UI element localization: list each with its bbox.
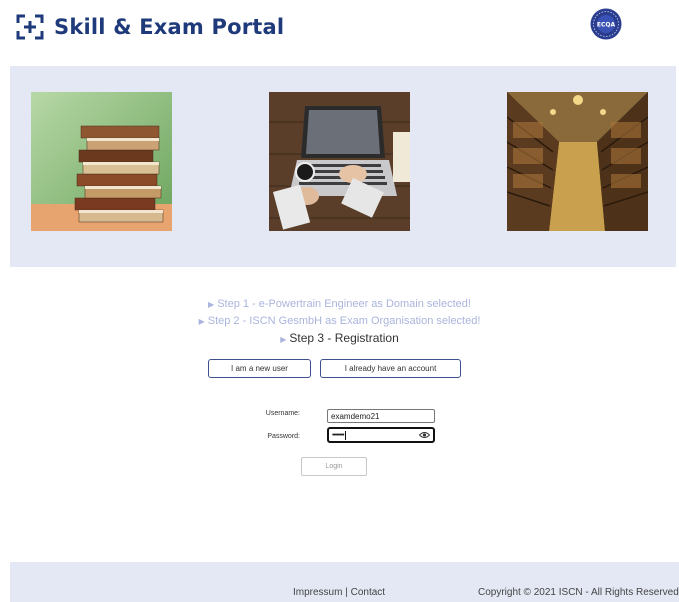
- show-password-eye-icon[interactable]: [418, 431, 431, 439]
- library-photo: [507, 92, 648, 231]
- footer-links: Impressum | Contact: [293, 587, 385, 598]
- step-1: ▶ Step 1 - e-Powertrain Engineer as Domai…: [208, 298, 471, 310]
- impressum-link[interactable]: Impressum: [293, 587, 342, 598]
- password-value: ••••••••: [332, 431, 345, 439]
- password-label: Password:: [267, 433, 300, 440]
- books-photo: [31, 92, 172, 231]
- portal-title: Skill & Exam Portal: [54, 15, 285, 39]
- footer: Impressum | Contact Copyright © 2021 ISC…: [10, 562, 679, 602]
- existing-account-button[interactable]: I already have an account: [320, 359, 461, 378]
- step-1-text: Step 1 - e-Powertrain Engineer as Domain…: [217, 298, 471, 310]
- hero-banner: [10, 66, 676, 267]
- step-3: ▶ Step 3 - Registration: [280, 331, 399, 345]
- ecqa-seal-icon: ECQA: [590, 8, 622, 40]
- contact-link[interactable]: Contact: [351, 587, 385, 598]
- text-cursor: [344, 430, 346, 440]
- svg-text:ECQA: ECQA: [597, 22, 616, 29]
- footer-separator: |: [342, 587, 351, 598]
- portal-logo[interactable]: Skill & Exam Portal: [16, 14, 284, 40]
- laptop-photo: [269, 92, 410, 231]
- registration-steps: ▶ Step 1 - e-Powertrain Engineer as Domai…: [0, 296, 679, 348]
- header: Skill & Exam Portal ECQA: [0, 0, 679, 60]
- step-3-text: Step 3 - Registration: [289, 331, 399, 345]
- password-field[interactable]: ••••••••: [327, 427, 435, 443]
- login-button[interactable]: Login: [301, 457, 367, 476]
- copyright-text: Copyright © 2021 ISCN - All Rights Reser…: [478, 587, 679, 598]
- new-user-button[interactable]: I am a new user: [208, 359, 311, 378]
- logo-plus-icon: [16, 14, 44, 40]
- username-label: Username:: [265, 410, 300, 417]
- username-field[interactable]: examdemo21: [327, 409, 435, 423]
- step-2: ▶ Step 2 - ISCN GesmbH as Exam Organisati…: [198, 315, 481, 327]
- step-2-text: Step 2 - ISCN GesmbH as Exam Organisatio…: [207, 315, 481, 327]
